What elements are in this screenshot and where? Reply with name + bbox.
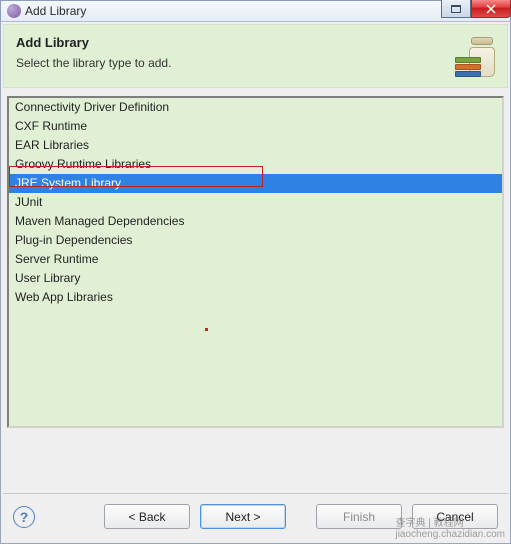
close-button[interactable] [471,0,511,18]
window-titlebar: Add Library [0,0,511,22]
close-icon [486,4,496,14]
maximize-button[interactable] [441,0,471,18]
list-item[interactable]: EAR Libraries [9,136,502,155]
back-button[interactable]: < Back [104,504,190,529]
list-item[interactable]: Web App Libraries [9,288,502,307]
help-icon: ? [20,509,29,525]
finish-button[interactable]: Finish [316,504,402,529]
cancel-button[interactable]: Cancel [412,504,498,529]
maximize-icon [451,5,461,13]
help-button[interactable]: ? [13,506,35,528]
dialog-title: Add Library [16,35,495,50]
dialog-client: Add Library Select the library type to a… [0,22,511,544]
list-item[interactable]: User Library [9,269,502,288]
next-button[interactable]: Next > [200,504,286,529]
list-item[interactable]: JUnit [9,193,502,212]
window-controls [441,0,511,18]
list-item[interactable]: CXF Runtime [9,117,502,136]
list-item[interactable]: JRE System Library [9,174,502,193]
library-jar-icon [455,35,497,77]
list-item[interactable]: Connectivity Driver Definition [9,98,502,117]
library-type-listbox[interactable]: Connectivity Driver DefinitionCXF Runtim… [7,96,504,428]
red-dot-annotation [205,328,208,331]
button-row: ? < Back Next > Finish Cancel [1,494,510,543]
nav-buttons: < Back Next > Finish Cancel [104,504,498,529]
app-icon [7,4,21,18]
list-item[interactable]: Server Runtime [9,250,502,269]
dialog-subtitle: Select the library type to add. [16,56,495,70]
window-title: Add Library [25,4,86,18]
content-area: Connectivity Driver DefinitionCXF Runtim… [7,96,504,487]
dialog-header: Add Library Select the library type to a… [3,24,508,88]
list-item[interactable]: Maven Managed Dependencies [9,212,502,231]
list-item[interactable]: Plug-in Dependencies [9,231,502,250]
list-item[interactable]: Groovy Runtime Libraries [9,155,502,174]
